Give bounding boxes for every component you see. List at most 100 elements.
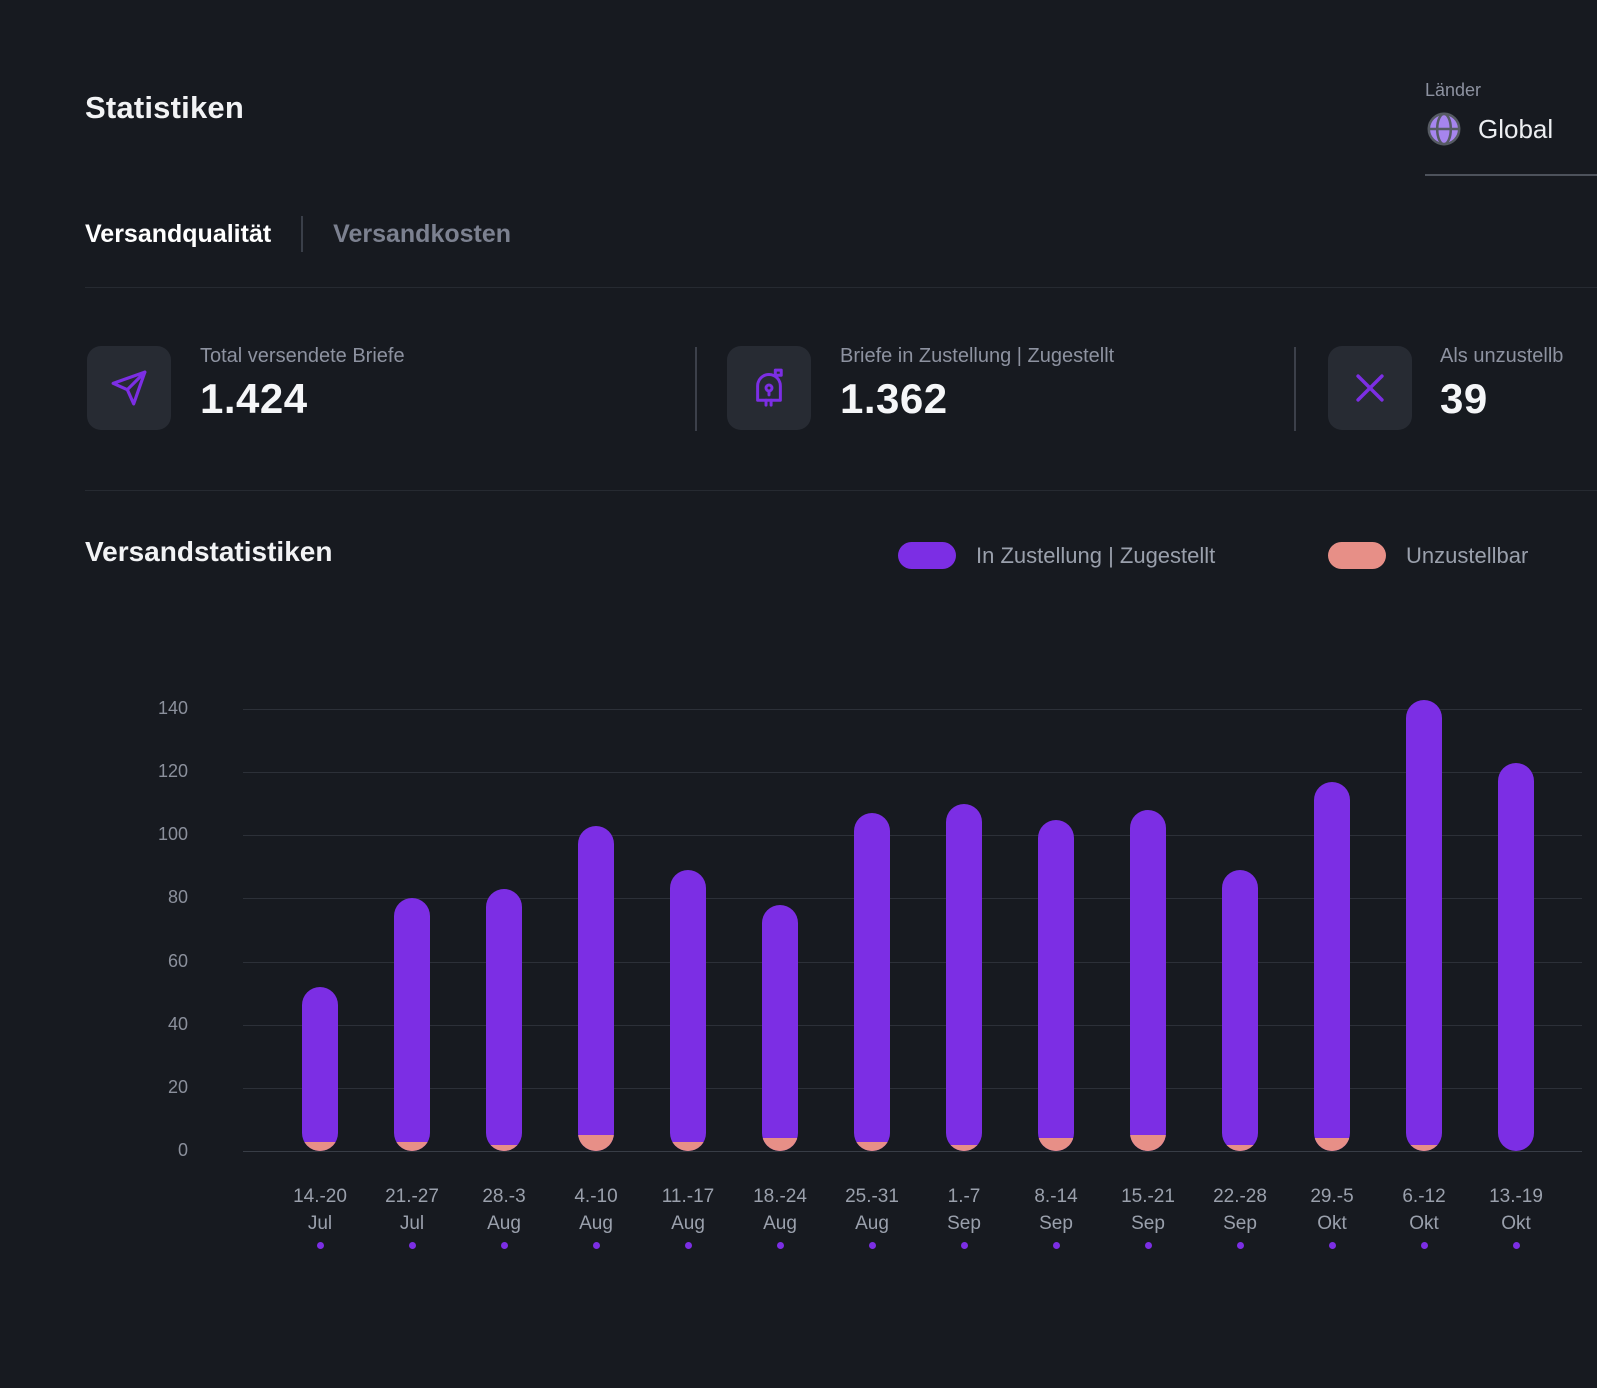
gridline: [243, 961, 1582, 963]
stat-icon-tile: [87, 346, 171, 430]
bar-13--19-okt[interactable]: [1498, 762, 1534, 1151]
gridline: [243, 772, 1582, 774]
x-axis-dot: [408, 1242, 416, 1249]
bar-segment-unzustellbar: [1314, 1138, 1350, 1151]
statistics-page: Statistiken Länder Global Versandqualitä…: [0, 0, 1597, 1388]
x-axis-dot: [1144, 1242, 1152, 1249]
gridline: [243, 898, 1582, 900]
y-axis-tick-label: 0: [177, 1140, 188, 1160]
section-title: Versandstatistiken: [85, 536, 333, 567]
y-axis-tick-label: 140: [157, 698, 188, 719]
x-axis-label: 6.-12 Okt: [1402, 1186, 1446, 1234]
x-axis-label: 22.-28 Sep: [1213, 1186, 1267, 1234]
bar-21--27-jul[interactable]: [394, 898, 430, 1151]
legend-item-zugestellt[interactable]: In Zustellung | Zugestellt: [898, 542, 1215, 569]
stat-separator: [695, 347, 697, 431]
x-axis-label: 8.-14 Sep: [1034, 1186, 1078, 1234]
x-axis-dot: [1420, 1242, 1428, 1249]
bar-15--21-sep[interactable]: [1130, 810, 1166, 1151]
bar-segment-unzustellbar: [1222, 1144, 1258, 1151]
tab-separator: [301, 216, 304, 252]
y-axis-tick-label: 20: [167, 1076, 188, 1097]
shipping-stats-chart: 0 20 40 60 80 100 120 140 14.-20 Jul 21.-27 Jul 28.-…: [0, 0, 1597, 1388]
bar-segment-unzustellbar: [578, 1135, 614, 1151]
x-axis-dot: [1236, 1242, 1244, 1249]
stat-label: Als unzustellb: [1440, 345, 1564, 367]
x-axis-dot: [592, 1242, 600, 1249]
bar-6--12-okt[interactable]: [1406, 699, 1442, 1151]
x-axis-dot: [960, 1242, 968, 1249]
stat-icon-tile: [727, 346, 811, 430]
bar-25--31-aug[interactable]: [854, 813, 890, 1151]
bar-29--5-okt[interactable]: [1314, 781, 1350, 1151]
x-axis-label: 1.-7 Sep: [947, 1186, 981, 1234]
gridline: [243, 709, 1582, 711]
bar-segment-unzustellbar: [1406, 1144, 1442, 1151]
bar-segment-unzustellbar: [1038, 1138, 1074, 1151]
x-axis-label: 4.-10 Aug: [574, 1186, 618, 1234]
x-axis-label: 21.-27 Jul: [385, 1186, 439, 1234]
bar-segment-unzustellbar: [394, 1141, 430, 1151]
x-axis-label: 25.-31 Aug: [845, 1186, 899, 1234]
bar-1--7-sep[interactable]: [946, 803, 982, 1151]
country-selector-underline: [1425, 174, 1597, 176]
x-axis-label: 29.-5 Okt: [1310, 1186, 1354, 1234]
tab-versandkosten[interactable]: Versandkosten: [333, 220, 511, 249]
x-axis-dot: [1512, 1242, 1520, 1249]
globe-icon: [1425, 110, 1463, 148]
x-axis-dot: [868, 1242, 876, 1249]
stat-separator: [1294, 347, 1296, 431]
bar-segment-unzustellbar: [302, 1141, 338, 1151]
stat-value: 1.424: [200, 375, 308, 422]
country-selector[interactable]: Länder Global: [1425, 80, 1597, 148]
gridline: [243, 835, 1582, 837]
tab-versandqualitaet[interactable]: Versandqualität: [85, 220, 271, 249]
send-icon: [109, 368, 149, 408]
x-axis-label: 15.-21 Sep: [1121, 1186, 1175, 1234]
stat-value: 39: [1440, 375, 1488, 422]
country-selector-value: Global: [1478, 113, 1554, 144]
bar-segment-unzustellbar: [1130, 1135, 1166, 1151]
x-axis-label: 14.-20 Jul: [293, 1186, 347, 1234]
bar-18--24-aug[interactable]: [762, 904, 798, 1151]
x-axis-label: 11.-17 Aug: [661, 1186, 715, 1234]
bar-segment-unzustellbar: [762, 1138, 798, 1151]
stat-label: Briefe in Zustellung | Zugestellt: [840, 345, 1115, 367]
y-axis-tick-label: 40: [167, 1013, 188, 1034]
page-title: Statistiken: [85, 90, 244, 125]
x-axis-label: 18.-24 Aug: [753, 1186, 807, 1234]
stat-icon-tile: [1328, 346, 1412, 430]
legend-item-unzustellbar[interactable]: Unzustellbar: [1328, 542, 1528, 569]
x-axis-dot: [1328, 1242, 1336, 1249]
y-axis-tick-label: 100: [157, 824, 188, 845]
gridline: [243, 1024, 1582, 1026]
bar-22--28-sep[interactable]: [1222, 870, 1258, 1151]
x-axis-dot: [684, 1242, 692, 1249]
tab-bar: Versandqualität Versandkosten: [85, 216, 511, 252]
x-axis-label: 28.-3 Aug: [482, 1186, 526, 1234]
gridline: [243, 1087, 1582, 1089]
y-axis-tick-label: 80: [167, 887, 188, 908]
bar-segment-unzustellbar: [486, 1144, 522, 1151]
divider: [85, 490, 1597, 491]
y-axis-tick-label: 60: [167, 950, 188, 971]
legend-label: In Zustellung | Zugestellt: [976, 543, 1216, 568]
y-axis-tick-label: 120: [157, 761, 188, 782]
legend-swatch-purple: [898, 542, 956, 569]
stat-value: 1.362: [840, 375, 948, 422]
bar-segment-unzustellbar: [946, 1144, 982, 1151]
legend-label: Unzustellbar: [1406, 543, 1529, 568]
x-icon: [1348, 366, 1392, 410]
bar-segment-unzustellbar: [854, 1141, 890, 1151]
bar-28--3-aug[interactable]: [486, 888, 522, 1151]
bar-11--17-aug[interactable]: [670, 870, 706, 1151]
x-axis-dot: [1052, 1242, 1060, 1249]
bar-14--20-jul[interactable]: [302, 986, 338, 1151]
bar-4--10-aug[interactable]: [578, 825, 614, 1151]
legend-swatch-salmon: [1328, 542, 1386, 569]
x-axis-dot: [500, 1242, 508, 1249]
divider: [85, 287, 1597, 288]
bar-segment-unzustellbar: [670, 1141, 706, 1151]
gridline: [243, 1151, 1582, 1152]
bar-8--14-sep[interactable]: [1038, 819, 1074, 1151]
